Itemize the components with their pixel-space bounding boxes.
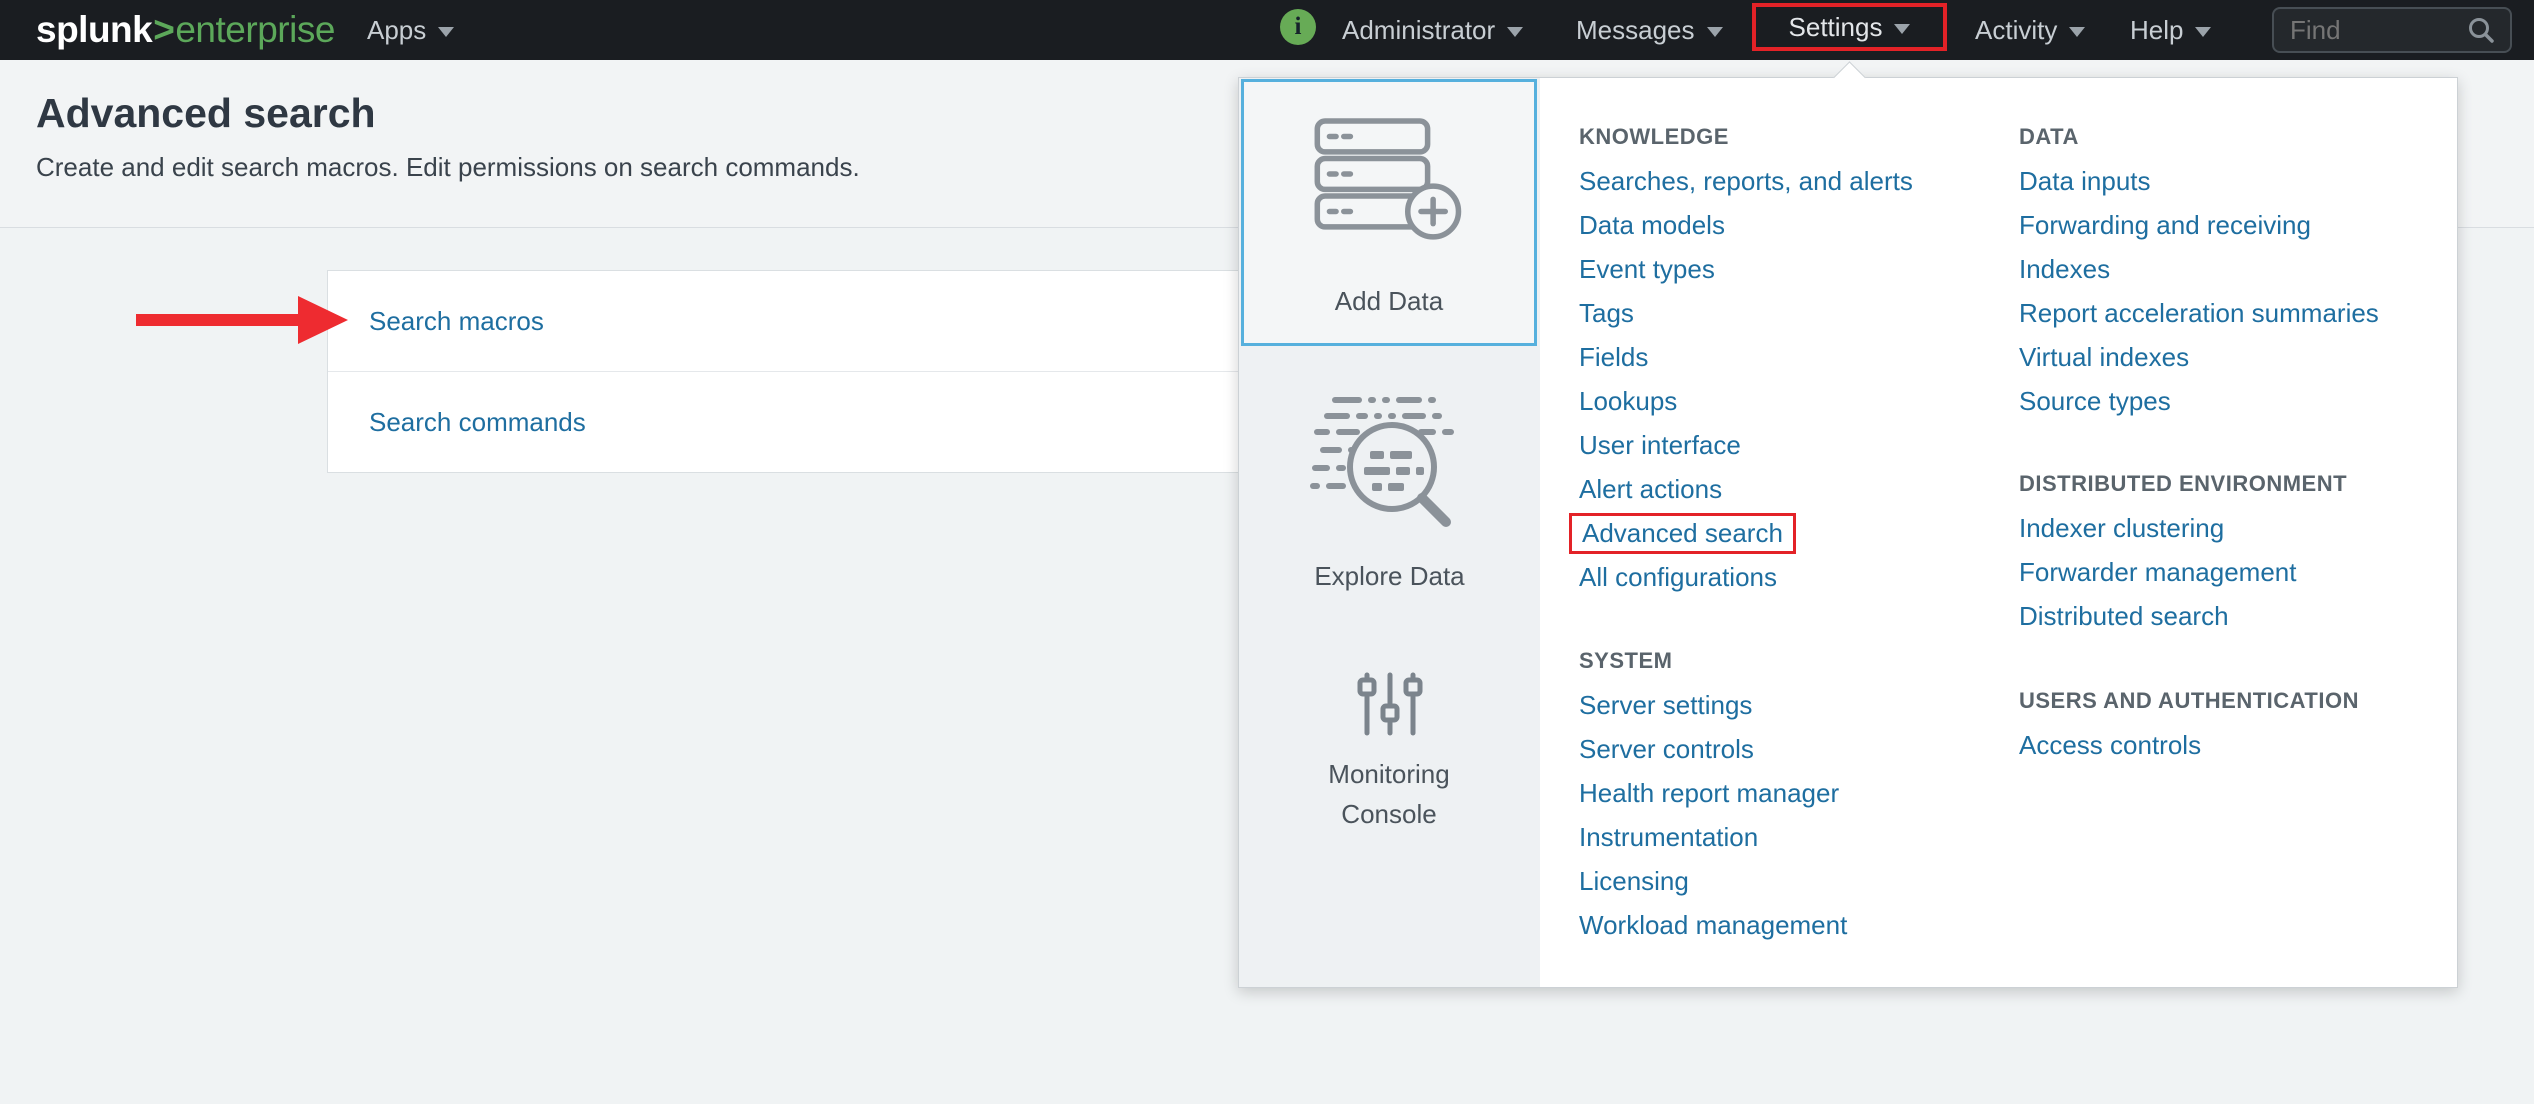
- menu-section-title-system: SYSTEM: [1579, 639, 1847, 683]
- tile-monitoring-console[interactable]: [1239, 672, 1540, 736]
- logo-gt-glyph: >: [153, 9, 174, 51]
- menu-section-knowledge: KNOWLEDGE Searches, reports, and alerts …: [1579, 115, 1913, 599]
- annotation-arrow: [136, 292, 350, 348]
- logo-product-text: enterprise: [175, 9, 335, 51]
- settings-dropdown-menu: Add Data Explore Data: [1238, 77, 2458, 988]
- activity-menu-label: Activity: [1975, 15, 2057, 46]
- menu-link-searches-reports-alerts[interactable]: Searches, reports, and alerts: [1579, 166, 1913, 197]
- chevron-down-icon: [2069, 27, 2085, 37]
- settings-menu-button[interactable]: Settings: [1752, 3, 1947, 51]
- menu-link-fields[interactable]: Fields: [1579, 342, 1648, 373]
- tile-add-data-label: Add Data: [1335, 286, 1443, 317]
- menu-section-system: SYSTEM Server settings Server controls H…: [1579, 639, 1847, 947]
- settings-menu-tile-column: Add Data Explore Data: [1239, 78, 1540, 987]
- help-menu[interactable]: Help: [2130, 0, 2211, 60]
- search-macros-link[interactable]: Search macros: [369, 306, 544, 337]
- find-search-box[interactable]: [2272, 7, 2512, 53]
- splunk-logo[interactable]: splunk>enterprise: [36, 0, 335, 60]
- activity-menu[interactable]: Activity: [1975, 0, 2085, 60]
- menu-section-title-knowledge: KNOWLEDGE: [1579, 115, 1913, 159]
- menu-link-indexes[interactable]: Indexes: [2019, 254, 2110, 285]
- menu-link-advanced-search[interactable]: Advanced search: [1569, 513, 1796, 554]
- list-item-search-macros[interactable]: Search macros: [328, 271, 1391, 371]
- menu-link-event-types[interactable]: Event types: [1579, 254, 1715, 285]
- tile-explore-data[interactable]: [1239, 391, 1540, 541]
- search-icon: [2466, 15, 2496, 45]
- menu-link-all-configurations[interactable]: All configurations: [1579, 562, 1777, 593]
- menu-link-server-settings[interactable]: Server settings: [1579, 690, 1752, 721]
- menu-link-server-controls[interactable]: Server controls: [1579, 734, 1754, 765]
- menu-link-data-models[interactable]: Data models: [1579, 210, 1725, 241]
- chevron-down-icon: [1707, 27, 1723, 37]
- menu-link-forwarder-management[interactable]: Forwarder management: [2019, 557, 2296, 588]
- help-menu-label: Help: [2130, 15, 2183, 46]
- menu-link-workload-management[interactable]: Workload management: [1579, 910, 1847, 941]
- menu-section-users-authentication: USERS AND AUTHENTICATION Access controls: [2019, 679, 2359, 767]
- menu-link-health-report-manager[interactable]: Health report manager: [1579, 778, 1839, 809]
- page-title: Advanced search: [36, 90, 376, 137]
- menu-section-data: DATA Data inputs Forwarding and receivin…: [2019, 115, 2379, 423]
- messages-menu[interactable]: Messages: [1576, 0, 1723, 60]
- menu-section-title-users-authentication: USERS AND AUTHENTICATION: [2019, 679, 2359, 723]
- administrator-menu-label: Administrator: [1342, 15, 1495, 46]
- menu-link-distributed-search[interactable]: Distributed search: [2019, 601, 2229, 632]
- menu-link-indexer-clustering[interactable]: Indexer clustering: [2019, 513, 2224, 544]
- menu-link-virtual-indexes[interactable]: Virtual indexes: [2019, 342, 2189, 373]
- settings-menu-label: Settings: [1789, 12, 1883, 43]
- add-data-icon: [1314, 117, 1464, 242]
- apps-menu[interactable]: Apps: [367, 0, 454, 60]
- chevron-down-icon: [1894, 24, 1910, 34]
- messages-menu-label: Messages: [1576, 15, 1695, 46]
- tile-monitoring-console-label[interactable]: Monitoring Console: [1289, 754, 1489, 834]
- menu-link-licensing[interactable]: Licensing: [1579, 866, 1689, 897]
- menu-link-instrumentation[interactable]: Instrumentation: [1579, 822, 1758, 853]
- menu-link-data-inputs[interactable]: Data inputs: [2019, 166, 2151, 197]
- menu-section-title-data: DATA: [2019, 115, 2379, 159]
- top-navigation-bar: splunk>enterprise Apps i Administrator M…: [0, 0, 2534, 60]
- explore-data-icon: [1310, 391, 1470, 541]
- logo-brand-text: splunk: [36, 9, 152, 51]
- advanced-search-list-panel: Search macros Search commands: [327, 270, 1392, 473]
- tile-add-data[interactable]: Add Data: [1241, 79, 1537, 346]
- menu-link-alert-actions[interactable]: Alert actions: [1579, 474, 1722, 505]
- menu-section-title-distributed-environment: DISTRIBUTED ENVIRONMENT: [2019, 462, 2347, 506]
- search-commands-link[interactable]: Search commands: [369, 407, 586, 438]
- menu-link-source-types[interactable]: Source types: [2019, 386, 2171, 417]
- chevron-down-icon: [438, 27, 454, 37]
- tile-explore-data-label[interactable]: Explore Data: [1239, 561, 1540, 591]
- monitoring-console-icon: [1354, 672, 1426, 736]
- menu-section-distributed-environment: DISTRIBUTED ENVIRONMENT Indexer clusteri…: [2019, 462, 2347, 638]
- menu-link-tags[interactable]: Tags: [1579, 298, 1634, 329]
- list-item-search-commands[interactable]: Search commands: [328, 371, 1391, 472]
- info-icon[interactable]: i: [1280, 9, 1316, 45]
- chevron-down-icon: [1507, 27, 1523, 37]
- page-subtitle: Create and edit search macros. Edit perm…: [36, 152, 860, 183]
- menu-link-report-acceleration-summaries[interactable]: Report acceleration summaries: [2019, 298, 2379, 329]
- apps-menu-label: Apps: [367, 15, 426, 46]
- find-search-input[interactable]: [2288, 14, 2466, 47]
- chevron-down-icon: [2195, 27, 2211, 37]
- menu-link-lookups[interactable]: Lookups: [1579, 386, 1677, 417]
- menu-link-user-interface[interactable]: User interface: [1579, 430, 1741, 461]
- menu-link-forwarding-receiving[interactable]: Forwarding and receiving: [2019, 210, 2311, 241]
- menu-link-access-controls[interactable]: Access controls: [2019, 730, 2201, 761]
- administrator-menu[interactable]: Administrator: [1342, 0, 1523, 60]
